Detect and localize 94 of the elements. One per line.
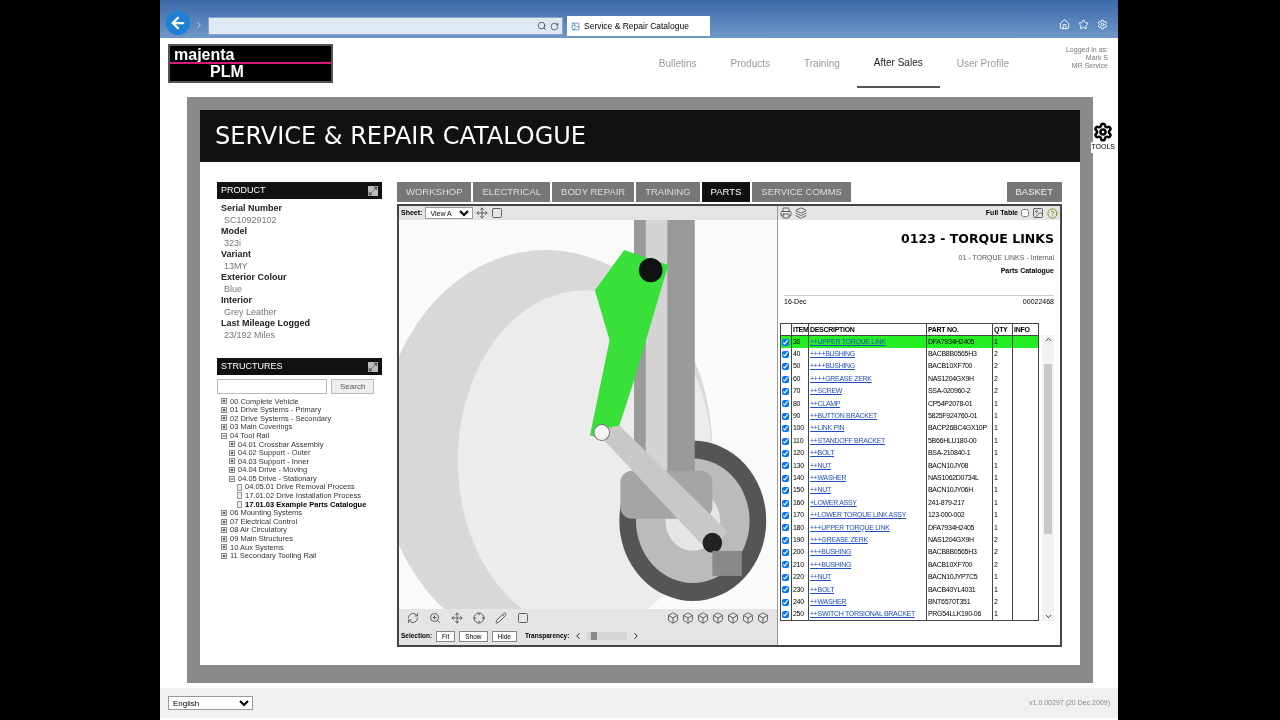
logo[interactable]: majenta PLM	[168, 43, 333, 83]
rotate-icon[interactable]	[407, 612, 419, 624]
cube-view-icon[interactable]	[697, 612, 709, 624]
field-label: Last Mileage Logged	[221, 318, 311, 330]
move-icon[interactable]	[476, 207, 489, 219]
field-value: Blue	[223, 283, 243, 295]
row-checkbox[interactable]	[782, 412, 789, 420]
collapse-icon[interactable]	[229, 475, 235, 482]
expand-icon[interactable]	[229, 449, 235, 456]
row-checkbox[interactable]	[782, 499, 789, 507]
row-checkbox[interactable]	[782, 363, 789, 371]
collapse-icon[interactable]	[221, 432, 227, 439]
field-value: 13MY	[223, 260, 249, 272]
expand-icon[interactable]	[229, 441, 235, 448]
row-checkbox[interactable]	[782, 338, 789, 346]
expand-icon[interactable]	[221, 406, 227, 413]
row-checkbox[interactable]	[782, 350, 789, 358]
field-value: SC10929102	[223, 214, 278, 226]
panel-header: PRODUCT	[217, 182, 382, 199]
expand-icon[interactable]	[221, 424, 227, 431]
search-field[interactable]	[217, 379, 327, 394]
cube-view-icon[interactable]	[667, 612, 679, 624]
expand-icon[interactable]	[229, 467, 235, 474]
row-checkbox[interactable]	[782, 524, 789, 532]
row-checkbox[interactable]	[782, 561, 789, 569]
field-label: Model	[221, 226, 248, 238]
row-checkbox[interactable]	[782, 388, 789, 395]
expand-icon[interactable]	[221, 553, 227, 559]
field-label: Serial Number	[221, 203, 284, 215]
expand-icon[interactable]	[229, 458, 235, 465]
field-value: 323i	[223, 237, 242, 249]
row-checkbox[interactable]	[782, 573, 789, 581]
row-checkbox[interactable]	[782, 462, 789, 470]
cube-view-icon[interactable]	[682, 612, 694, 624]
cube-view-icon[interactable]	[742, 612, 754, 624]
cube-view-icon[interactable]	[727, 612, 739, 624]
tab[interactable]: PARTS	[701, 182, 751, 202]
address-field[interactable]	[208, 17, 563, 35]
row-checkbox[interactable]	[782, 536, 789, 544]
panel-toggle-icon[interactable]	[368, 185, 378, 196]
expand-icon[interactable]	[221, 518, 227, 525]
nav-link[interactable]: After Sales	[856, 38, 940, 88]
row-checkbox[interactable]	[782, 449, 789, 457]
row-checkbox[interactable]	[782, 511, 789, 519]
page-icon	[571, 21, 580, 31]
search-icon[interactable]	[537, 21, 547, 31]
expand-icon[interactable]	[221, 535, 227, 542]
layers-icon[interactable]	[795, 207, 807, 219]
printer-icon[interactable]	[780, 207, 792, 219]
field-label: Interior	[221, 295, 253, 307]
row-checkbox[interactable]	[782, 375, 789, 383]
full-table-checkbox[interactable]	[1021, 209, 1029, 217]
frame-icon[interactable]	[491, 207, 504, 219]
favorites-icon[interactable]	[1078, 19, 1089, 30]
field-value: Grey Leather	[223, 306, 278, 318]
browser-tab[interactable]: Service & Repair Catalogue	[567, 16, 710, 36]
expand-icon[interactable]	[221, 415, 227, 422]
expand-icon[interactable]	[221, 398, 227, 405]
frame-icon[interactable]	[517, 612, 529, 624]
catalogue-title: 0123 - TORQUE LINKS	[901, 230, 1054, 248]
expand-icon[interactable]	[221, 510, 227, 516]
image-icon[interactable]	[1032, 207, 1044, 219]
row-checkbox[interactable]	[782, 549, 789, 557]
field-label: Exterior Colour	[221, 272, 288, 284]
row-checkbox[interactable]	[782, 610, 789, 618]
language-select[interactable]: English	[168, 696, 253, 710]
panel-toggle-icon[interactable]	[368, 361, 378, 372]
home-icon[interactable]	[1059, 19, 1070, 30]
expand-icon[interactable]	[221, 544, 227, 551]
settings-icon[interactable]	[1093, 122, 1114, 142]
crosshair-icon[interactable]	[473, 612, 485, 624]
field-label: Variant	[221, 249, 252, 261]
measure-icon[interactable]	[495, 612, 507, 624]
title-bar: SERVICE & REPAIR CATALOGUE	[200, 110, 1080, 162]
row-checkbox[interactable]	[782, 487, 789, 495]
expand-icon[interactable]	[221, 527, 227, 534]
scrollbar[interactable]	[1042, 335, 1054, 622]
cube-view-icon[interactable]	[757, 612, 769, 624]
refresh-icon[interactable]	[550, 21, 559, 31]
row-checkbox[interactable]	[782, 425, 789, 433]
panel-header: STRUCTURES	[217, 358, 382, 375]
row-checkbox[interactable]	[782, 474, 789, 482]
row-checkbox[interactable]	[782, 437, 789, 445]
cube-view-icon[interactable]	[712, 612, 724, 624]
field-value: 23/192 Miles	[223, 329, 277, 341]
row-checkbox[interactable]	[782, 586, 789, 594]
basket-button[interactable]: BASKET	[1006, 182, 1062, 202]
slider-thumb[interactable]	[590, 632, 597, 640]
back-button[interactable]	[166, 11, 190, 35]
row-checkbox[interactable]	[782, 400, 789, 408]
row-checkbox[interactable]	[782, 598, 789, 606]
search-button[interactable]: Search	[331, 379, 375, 394]
pan-icon[interactable]	[451, 612, 463, 624]
zoom-icon[interactable]	[429, 612, 441, 624]
